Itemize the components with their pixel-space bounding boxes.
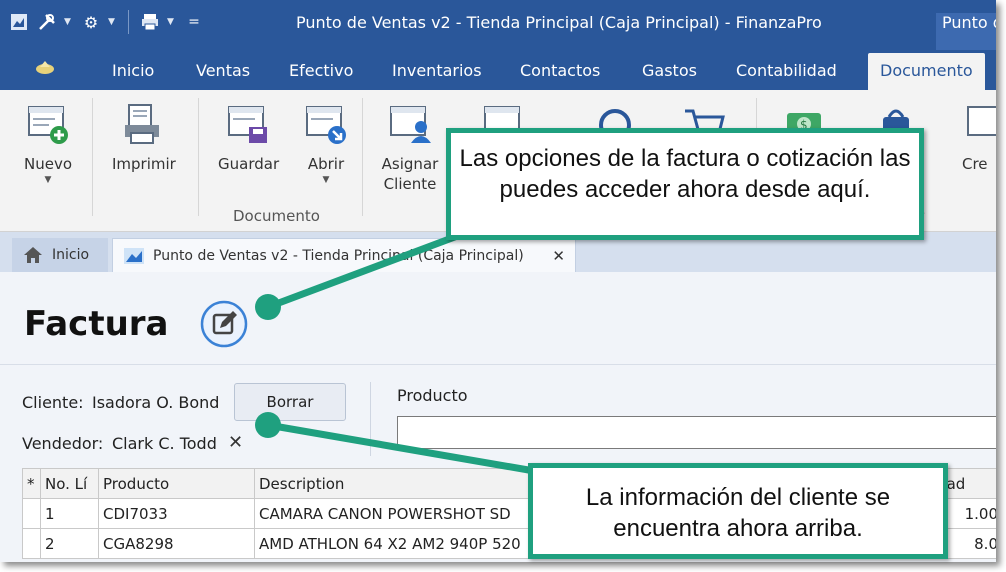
new-document-icon bbox=[23, 98, 73, 150]
callout-client-info: La información del cliente se encuentra … bbox=[528, 463, 948, 559]
grid-cell[interactable] bbox=[22, 528, 41, 559]
assign-client-icon bbox=[385, 98, 435, 150]
chevron-down-icon[interactable]: ▼ bbox=[167, 17, 177, 27]
tab-documento[interactable]: Documento bbox=[868, 53, 985, 90]
pos-icon bbox=[124, 247, 144, 264]
crear-label: Cre bbox=[962, 155, 988, 173]
window-title: Punto de Ventas v2 - Tienda Principal (C… bbox=[296, 13, 822, 32]
ribbon-separator bbox=[362, 98, 363, 216]
producto-input[interactable] bbox=[397, 416, 996, 449]
chevron-down-icon: ▼ bbox=[44, 175, 52, 185]
customize-icon[interactable]: = bbox=[183, 11, 205, 33]
imprimir-label: Imprimir bbox=[112, 155, 176, 173]
tab-document-label: Punto de Ventas v2 - Tienda Principal (C… bbox=[153, 247, 524, 264]
window-title-secondary: Punto de bbox=[936, 13, 996, 51]
crear-button-partial[interactable]: Cre bbox=[952, 98, 996, 174]
grid-cell[interactable]: 2 bbox=[40, 528, 99, 559]
tab-efectivo[interactable]: Efectivo bbox=[289, 61, 353, 80]
grid-header[interactable]: No. Lí bbox=[40, 468, 99, 499]
asignar-label-1: Asignar bbox=[381, 155, 439, 173]
nuevo-label: Nuevo bbox=[23, 155, 72, 173]
grid-cell[interactable]: CGA8298 bbox=[98, 528, 255, 559]
asignar-cliente-button[interactable]: Asignar Cliente bbox=[380, 98, 440, 194]
tab-point-of-sale[interactable]: Punto de Ventas v2 - Tienda Principal (C… bbox=[112, 238, 576, 272]
save-document-icon bbox=[223, 98, 273, 150]
guardar-label: Guardar bbox=[218, 155, 280, 173]
tab-home[interactable]: Inicio bbox=[12, 238, 108, 272]
chevron-down-icon: ▼ bbox=[322, 175, 330, 185]
print-icon[interactable] bbox=[139, 11, 161, 33]
open-document-icon bbox=[301, 98, 351, 150]
group-label-documento: Documento bbox=[233, 207, 320, 225]
divider bbox=[0, 364, 996, 365]
grid-cell[interactable] bbox=[22, 498, 41, 529]
tab-contactos[interactable]: Contactos bbox=[520, 61, 600, 80]
file-menu-icon[interactable] bbox=[34, 58, 56, 76]
grid-cell[interactable]: 1 bbox=[40, 498, 99, 529]
tools-icon[interactable] bbox=[36, 11, 58, 33]
title-bar: ▼ ⚙ ▼ ▼ = Punto de Ventas v2 - Tienda Pr… bbox=[0, 0, 996, 51]
imprimir-button[interactable]: Imprimir bbox=[112, 98, 176, 174]
guardar-button[interactable]: Guardar bbox=[218, 98, 280, 174]
tab-inventarios[interactable]: Inventarios bbox=[392, 61, 482, 80]
printer-icon bbox=[117, 98, 167, 150]
tab-home-label: Inicio bbox=[52, 247, 90, 263]
callout-ribbon-options: Las opciones de la factura o cotización … bbox=[446, 128, 924, 240]
ribbon-tabs: Inicio Ventas Efectivo Inventarios Conta… bbox=[0, 50, 996, 90]
asignar-label-2: Cliente bbox=[383, 175, 437, 193]
nuevo-button[interactable]: Nuevo ▼ bbox=[18, 98, 78, 186]
tab-inicio[interactable]: Inicio bbox=[112, 61, 154, 80]
grid-cell[interactable]: CDI7033 bbox=[98, 498, 255, 529]
vendedor-label: Vendedor: bbox=[22, 434, 104, 453]
page-title: Factura bbox=[24, 304, 169, 344]
borrar-button[interactable]: Borrar bbox=[234, 383, 346, 421]
vendedor-value: Clark C. Todd bbox=[112, 434, 217, 453]
close-icon[interactable]: ✕ bbox=[552, 247, 565, 265]
cliente-value: Isadora O. Bond bbox=[92, 393, 220, 412]
grid-header[interactable]: * bbox=[22, 468, 41, 499]
remove-vendedor-icon[interactable]: ✕ bbox=[228, 432, 243, 453]
gear-icon[interactable]: ⚙ bbox=[80, 11, 102, 33]
ribbon-separator bbox=[198, 98, 199, 216]
abrir-label: Abrir bbox=[307, 155, 345, 173]
cliente-label: Cliente: bbox=[22, 393, 84, 412]
quick-access-toolbar: ▼ ⚙ ▼ ▼ = bbox=[8, 10, 205, 34]
tab-gastos[interactable]: Gastos bbox=[642, 61, 697, 80]
chevron-down-icon[interactable]: ▼ bbox=[108, 17, 118, 27]
tab-contabilidad[interactable]: Contabilidad bbox=[736, 61, 837, 80]
grid-header[interactable]: Producto bbox=[98, 468, 255, 499]
producto-label: Producto bbox=[397, 386, 468, 405]
edit-icon[interactable] bbox=[200, 300, 248, 348]
toolbar-separator bbox=[128, 10, 129, 34]
chevron-down-icon[interactable]: ▼ bbox=[64, 17, 74, 27]
ribbon-separator bbox=[92, 98, 93, 216]
app-icon[interactable] bbox=[8, 11, 30, 33]
section-divider bbox=[370, 382, 371, 456]
home-icon bbox=[24, 247, 42, 263]
tab-ventas[interactable]: Ventas bbox=[196, 61, 250, 80]
abrir-button[interactable]: Abrir ▼ bbox=[296, 98, 356, 186]
create-document-icon bbox=[952, 98, 996, 150]
